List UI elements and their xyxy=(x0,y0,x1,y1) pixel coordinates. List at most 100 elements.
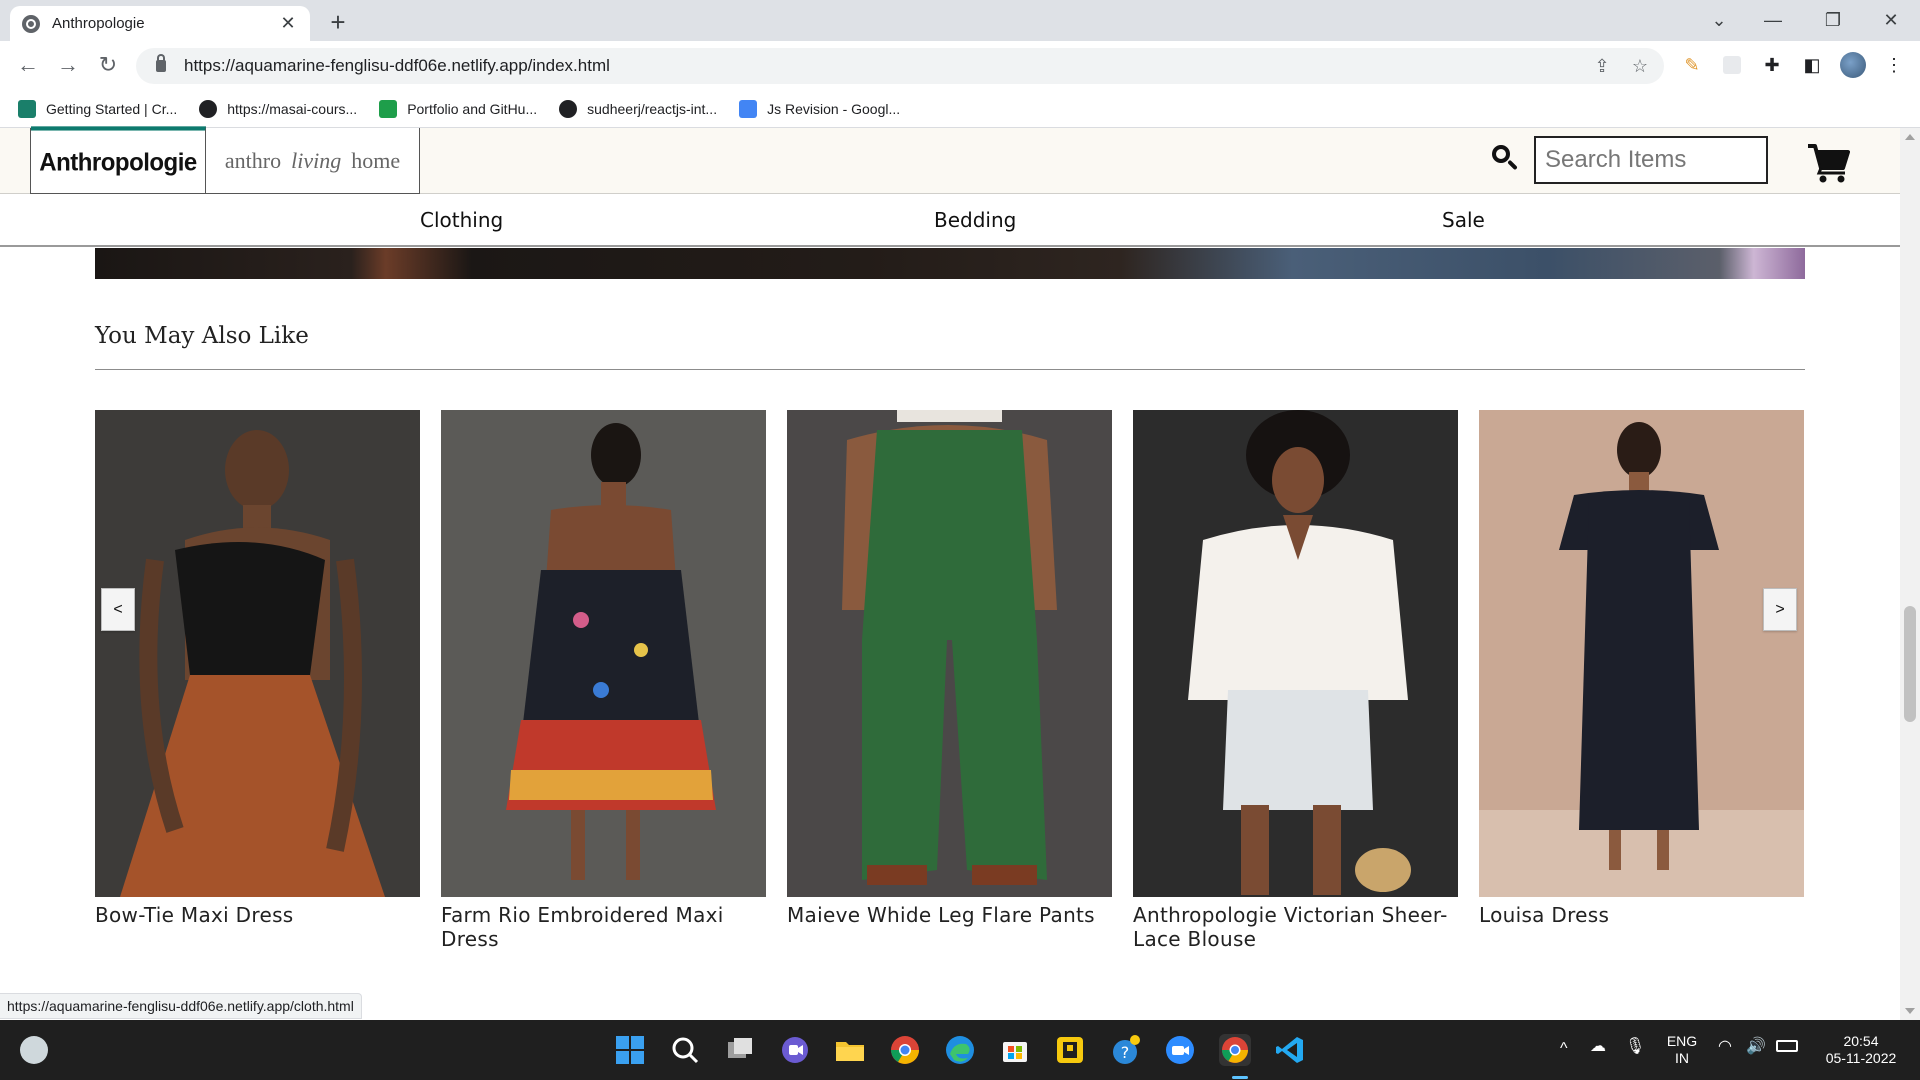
new-tab-button[interactable]: + xyxy=(324,8,352,36)
model-illustration xyxy=(95,410,420,897)
back-icon[interactable]: ← xyxy=(14,51,42,79)
microsoft-store-icon[interactable] xyxy=(999,1034,1031,1066)
volume-icon[interactable]: 🔊 xyxy=(1746,1038,1766,1055)
wifi-icon[interactable]: ◠ xyxy=(1718,1038,1732,1055)
product-card[interactable]: Farm Rio Embroidered Maxi Dress xyxy=(441,410,766,951)
sub-brand-part: anthro xyxy=(224,147,282,173)
product-image[interactable] xyxy=(1479,410,1804,897)
product-name[interactable]: Anthropologie Victorian Sheer-Lace Blous… xyxy=(1133,903,1458,951)
tab-title: Anthropologie xyxy=(52,15,145,32)
battery-icon[interactable] xyxy=(1776,1040,1798,1052)
globe-icon xyxy=(199,99,218,118)
nav-bedding[interactable]: Bedding xyxy=(934,208,1016,232)
product-name[interactable]: Farm Rio Embroidered Maxi Dress xyxy=(441,903,766,951)
onedrive-icon[interactable]: ☁ xyxy=(1590,1038,1606,1055)
vscode-icon[interactable] xyxy=(1274,1034,1306,1066)
bookmark-item[interactable]: Js Revision - Googl... xyxy=(739,99,900,118)
nav-sale[interactable]: Sale xyxy=(1442,208,1485,232)
bookmark-item[interactable]: sudheerj/reactjs-int... xyxy=(559,99,718,118)
tab-close-icon[interactable]: ✕ xyxy=(278,13,298,34)
reload-icon[interactable]: ↻ xyxy=(94,51,122,79)
browser-tab[interactable]: Anthropologie ✕ xyxy=(10,6,310,41)
window-close-icon[interactable]: ✕ xyxy=(1876,6,1906,34)
active-app-indicator xyxy=(1232,1076,1248,1079)
nav-clothing[interactable]: Clothing xyxy=(420,208,503,232)
language-code: ENG xyxy=(1666,1033,1698,1049)
product-card[interactable]: Anthropologie Victorian Sheer-Lace Blous… xyxy=(1133,410,1458,951)
bookmark-star-icon[interactable]: ☆ xyxy=(1626,52,1654,80)
task-view-icon[interactable] xyxy=(724,1034,756,1066)
extension-icon[interactable] xyxy=(1718,51,1746,79)
bookmark-item[interactable]: Getting Started | Cr... xyxy=(18,99,178,118)
side-panel-icon[interactable]: ◧ xyxy=(1798,51,1826,79)
site-header: Anthropologie anthro living home xyxy=(0,126,1900,196)
minimize-icon[interactable]: — xyxy=(1758,6,1788,34)
product-name[interactable]: Louisa Dress xyxy=(1479,903,1804,927)
product-card[interactable]: Bow-Tie Maxi Dress xyxy=(95,410,420,927)
restore-icon[interactable]: ❐ xyxy=(1818,6,1848,34)
get-help-icon[interactable]: ? xyxy=(1109,1034,1141,1066)
bookmark-item[interactable]: https://masai-cours... xyxy=(199,99,357,118)
search-icon[interactable] xyxy=(1490,143,1520,173)
model-illustration xyxy=(441,410,766,897)
product-name[interactable]: Maieve Whide Leg Flare Pants xyxy=(787,903,1112,927)
product-card[interactable]: Maieve Whide Leg Flare Pants xyxy=(787,410,1112,927)
globe-icon xyxy=(22,14,40,33)
sheets-icon xyxy=(379,99,398,118)
tab-search-icon[interactable]: ⌄ xyxy=(1704,6,1734,34)
profile-avatar[interactable] xyxy=(1840,52,1866,78)
scroll-down-icon[interactable] xyxy=(1905,1008,1915,1014)
react-icon xyxy=(18,99,36,118)
chrome-active-icon[interactable] xyxy=(1219,1034,1251,1066)
chrome-icon[interactable] xyxy=(889,1034,921,1066)
product-carousel: Bow-Tie Maxi Dress Farm Rio Embroidered … xyxy=(95,410,1805,980)
share-icon[interactable]: ⇪ xyxy=(1588,52,1616,80)
browser-menu-icon[interactable]: ⋮ xyxy=(1880,51,1908,79)
tray-overflow-icon[interactable]: ^ xyxy=(1560,1040,1568,1057)
sub-brand-part: living xyxy=(291,147,342,173)
carousel-prev-button[interactable]: < xyxy=(101,588,135,631)
page-scrollbar[interactable] xyxy=(1900,128,1920,1020)
docs-icon xyxy=(739,99,758,118)
edge-icon[interactable] xyxy=(944,1034,976,1066)
clock[interactable]: 20:54 05-11-2022 xyxy=(1816,1033,1906,1067)
product-image[interactable] xyxy=(1133,410,1458,897)
color-picker-extension-icon[interactable]: ✎ xyxy=(1678,51,1706,79)
product-image[interactable] xyxy=(441,410,766,897)
scrollbar-thumb[interactable] xyxy=(1904,606,1916,722)
zoom-icon[interactable] xyxy=(1164,1034,1196,1066)
sub-brand-part: home xyxy=(351,147,401,173)
product-image[interactable] xyxy=(787,410,1112,897)
teams-chat-icon[interactable] xyxy=(779,1034,811,1066)
start-icon[interactable] xyxy=(614,1034,646,1066)
github-icon xyxy=(559,99,578,118)
sticky-app-icon[interactable] xyxy=(1054,1034,1086,1066)
microphone-icon[interactable]: 🎙 xyxy=(1625,1038,1645,1055)
product-card[interactable]: Louisa Dress xyxy=(1479,410,1804,927)
address-bar[interactable]: https://aquamarine-fenglisu-ddf06e.netli… xyxy=(136,48,1664,84)
model-illustration xyxy=(787,410,1112,897)
clock-time: 20:54 xyxy=(1843,1033,1879,1049)
carousel-next-button[interactable]: > xyxy=(1763,588,1797,631)
file-explorer-icon[interactable] xyxy=(834,1034,866,1066)
brand-logo[interactable]: Anthropologie xyxy=(31,126,206,196)
extensions-puzzle-icon[interactable]: ✚ xyxy=(1758,51,1786,79)
forward-icon[interactable]: → xyxy=(54,51,82,79)
region-code: IN xyxy=(1675,1050,1689,1066)
bookmark-item[interactable]: Portfolio and GitHu... xyxy=(379,99,537,118)
hero-banner-image xyxy=(95,248,1805,279)
address-url[interactable]: https://aquamarine-fenglisu-ddf06e.netli… xyxy=(184,56,610,76)
cart-icon[interactable] xyxy=(1806,140,1850,184)
search-input[interactable] xyxy=(1534,136,1768,184)
bookmark-label: Getting Started | Cr... xyxy=(46,100,178,117)
bookmark-label: sudheerj/reactjs-int... xyxy=(587,100,718,117)
product-image[interactable] xyxy=(95,410,420,897)
product-name[interactable]: Bow-Tie Maxi Dress xyxy=(95,903,420,927)
search-taskbar-icon[interactable] xyxy=(669,1034,701,1066)
scroll-up-icon[interactable] xyxy=(1905,134,1915,140)
category-nav: Clothing Bedding Sale xyxy=(0,194,1900,247)
sub-brand-logo[interactable]: anthro living home xyxy=(206,128,419,193)
clock-date: 05-11-2022 xyxy=(1825,1050,1897,1066)
weather-icon[interactable] xyxy=(20,1036,48,1064)
language-indicator[interactable]: ENG IN xyxy=(1662,1033,1702,1067)
